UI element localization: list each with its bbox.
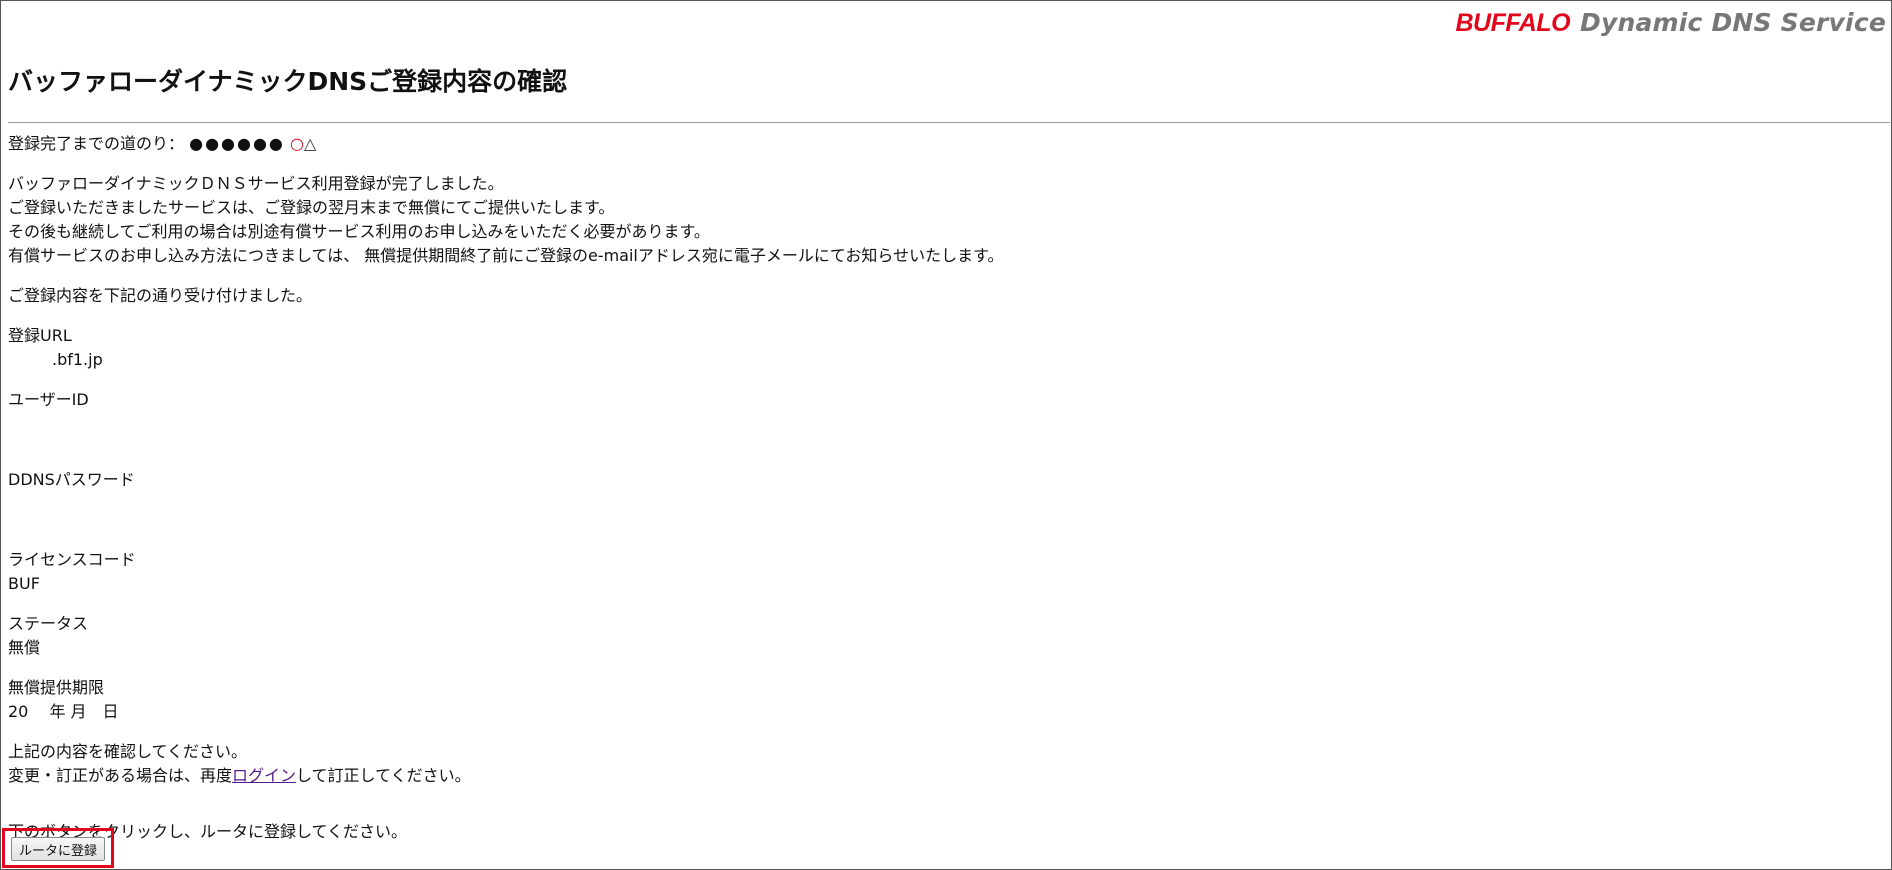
ddns-password-label: DDNSパスワード [8,470,135,489]
progress-current-mark: ○ [289,134,304,153]
progress-pending-mark: △ [303,134,317,153]
title-divider [8,122,1890,123]
expiry-value: 20 年 月 日 [8,702,119,721]
brand-tagline: Dynamic DNS Service [1580,8,1886,37]
buffalo-logo: BUFFALO [1455,9,1571,37]
correction-suffix: して訂正してください。 [296,766,471,785]
intro-line: ご登録いただきましたサービスは、ご登録の翌月末まで無償にてご提供いたします。 [8,198,615,217]
register-instruction: 下のボタンをクリックし、ルータに登録してください。 [8,822,408,841]
license-value: BUF [8,574,40,593]
license-label: ライセンスコード [8,550,136,569]
url-value: .bf1.jp [52,350,103,369]
url-label: 登録URL [8,326,72,345]
correction-prefix: 変更・訂正がある場合は、再度 [8,766,233,785]
brand-header: BUFFALO Dynamic DNS Service [1455,8,1886,40]
intro-line: バッファローダイナミックＤＮＳサービス利用登録が完了しました。 [8,174,504,193]
confirm-instruction: 上記の内容を確認してください。 [8,742,248,761]
page-title: バッファローダイナミックDNSご登録内容の確認 [8,67,568,96]
progress-label: 登録完了までの道のり： [8,134,185,153]
correction-instruction: 変更・訂正がある場合は、再度ログインして訂正してください。 [8,764,1882,788]
progress-completed-marks: ●●●●●● [189,134,285,153]
ddns-password-value [8,492,1882,516]
user-id-label: ユーザーID [8,390,89,409]
received-notice: ご登録内容を下記の通り受け付けました。 [8,286,313,305]
register-button-highlight: ルータに登録 [2,828,114,868]
main-content: 登録完了までの道のり： ●●●●●● ○△ バッファローダイナミックＤＮＳサービ… [8,132,1882,844]
progress-indicator: 登録完了までの道のり： ●●●●●● ○△ [8,132,1882,156]
status-value: 無償 [8,638,41,657]
intro-line: その後も継続してご利用の場合は別途有償サービス利用のお申し込みをいただく必要があ… [8,222,710,241]
expiry-label: 無償提供期限 [8,678,105,697]
login-link[interactable]: ログイン [232,766,296,785]
user-id-value [8,412,1882,436]
intro-line: 有償サービスのお申し込み方法につきましては、 無償提供期間終了前にご登録のe-m… [8,246,1004,265]
register-to-router-button[interactable]: ルータに登録 [11,837,105,861]
status-label: ステータス [8,614,89,633]
